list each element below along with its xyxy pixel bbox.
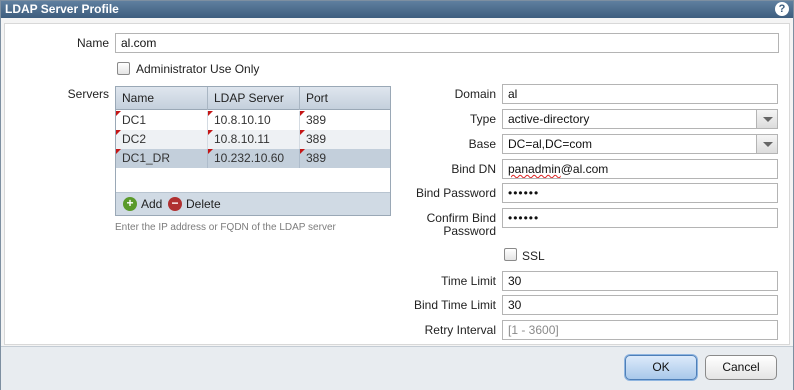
retry-interval-label: Retry Interval [424,323,496,337]
column-header-ldap-server[interactable]: LDAP Server [208,87,300,110]
server-address-cell: 10.8.10.10 [214,113,271,127]
add-icon: + [123,197,137,211]
delete-icon: − [168,197,182,211]
bind-dn-label: Bind DN [451,162,496,176]
add-button-label: Add [141,197,163,211]
confirm-bind-password-label-line1: Confirm Bind [426,211,496,225]
server-port-cell: 389 [306,132,327,146]
delete-server-button[interactable]: − Delete [168,196,221,213]
chevron-down-icon[interactable] [756,135,777,153]
ssl-label: SSL [522,249,545,263]
type-label: Type [469,112,496,126]
modified-flag-icon [116,130,121,135]
base-combobox[interactable]: DC=al,DC=com [502,134,778,154]
retry-interval-input[interactable]: [1 - 3600] [502,320,778,340]
ldap-server-profile-dialog: LDAP Server Profile ? Name al.com Admini… [0,0,794,390]
server-address-cell: 10.8.10.11 [214,132,270,146]
base-combobox-value: DC=al,DC=com [508,137,593,151]
server-port-cell: 389 [306,113,327,127]
time-limit-label: Time Limit [441,274,496,288]
type-select-value: active-directory [508,112,590,126]
help-icon[interactable]: ? [775,2,789,16]
administrator-use-only-label: Administrator Use Only [136,62,260,76]
delete-button-label: Delete [186,197,221,211]
modified-flag-icon [208,130,213,135]
column-header-name[interactable]: Name [116,87,208,110]
column-header-port[interactable]: Port [300,87,390,110]
bind-time-limit-input[interactable]: 30 [502,295,778,315]
add-server-button[interactable]: + Add [123,196,162,213]
bind-password-input[interactable]: •••••• [502,183,778,203]
servers-grid: Name LDAP Server Port DC1 10.8.10.10 389… [115,86,391,216]
cancel-button[interactable]: Cancel [705,355,777,380]
bind-time-limit-label: Bind Time Limit [413,298,496,312]
type-select[interactable]: active-directory [502,109,778,129]
server-name-cell: DC1_DR [122,151,171,165]
confirm-bind-password-label-line2: Password [443,224,496,238]
modified-flag-icon [208,111,213,116]
modified-flag-icon [300,130,305,135]
confirm-bind-password-label: Confirm Bind Password [401,212,496,238]
domain-input[interactable]: al [502,84,778,104]
time-limit-input[interactable]: 30 [502,271,778,291]
chevron-down-icon[interactable] [756,110,777,128]
base-label: Base [468,137,496,151]
administrator-use-only-checkbox[interactable] [117,62,130,75]
modified-flag-icon [116,149,121,154]
bind-password-label: Bind Password [415,186,496,200]
ssl-checkbox[interactable] [504,248,517,261]
dialog-footer: OK Cancel [1,346,793,390]
servers-grid-toolbar: + Add − Delete [116,192,390,215]
dialog-titlebar: LDAP Server Profile ? [1,1,793,18]
modified-flag-icon [300,111,305,116]
servers-hint-text: Enter the IP address or FQDN of the LDAP… [115,222,336,233]
servers-label: Servers [67,87,109,101]
ok-button[interactable]: OK [625,355,697,380]
name-input[interactable]: al.com [115,33,779,53]
server-name-cell: DC2 [122,132,147,146]
dialog-title: LDAP Server Profile [5,2,119,16]
server-address-cell: 10.232.10.60 [214,151,285,165]
modified-flag-icon [116,111,121,116]
confirm-bind-password-input[interactable]: •••••• [502,208,778,228]
name-label: Name [76,36,109,50]
bind-dn-input[interactable]: panadmin@al.com [502,159,778,179]
domain-label: Domain [454,87,496,101]
servers-grid-header: Name LDAP Server Port [116,87,390,110]
table-row-selected[interactable]: DC1_DR 10.232.10.60 389 [116,149,390,168]
modified-flag-icon [300,149,305,154]
table-row[interactable]: DC2 10.8.10.11 389 [116,130,390,149]
server-port-cell: 389 [306,151,327,165]
bind-dn-user-text: panadmin [508,162,561,176]
bind-dn-domain-text: @al.com [560,162,609,176]
modified-flag-icon [208,149,213,154]
server-name-cell: DC1 [122,113,147,127]
table-row[interactable]: DC1 10.8.10.10 389 [116,111,390,130]
